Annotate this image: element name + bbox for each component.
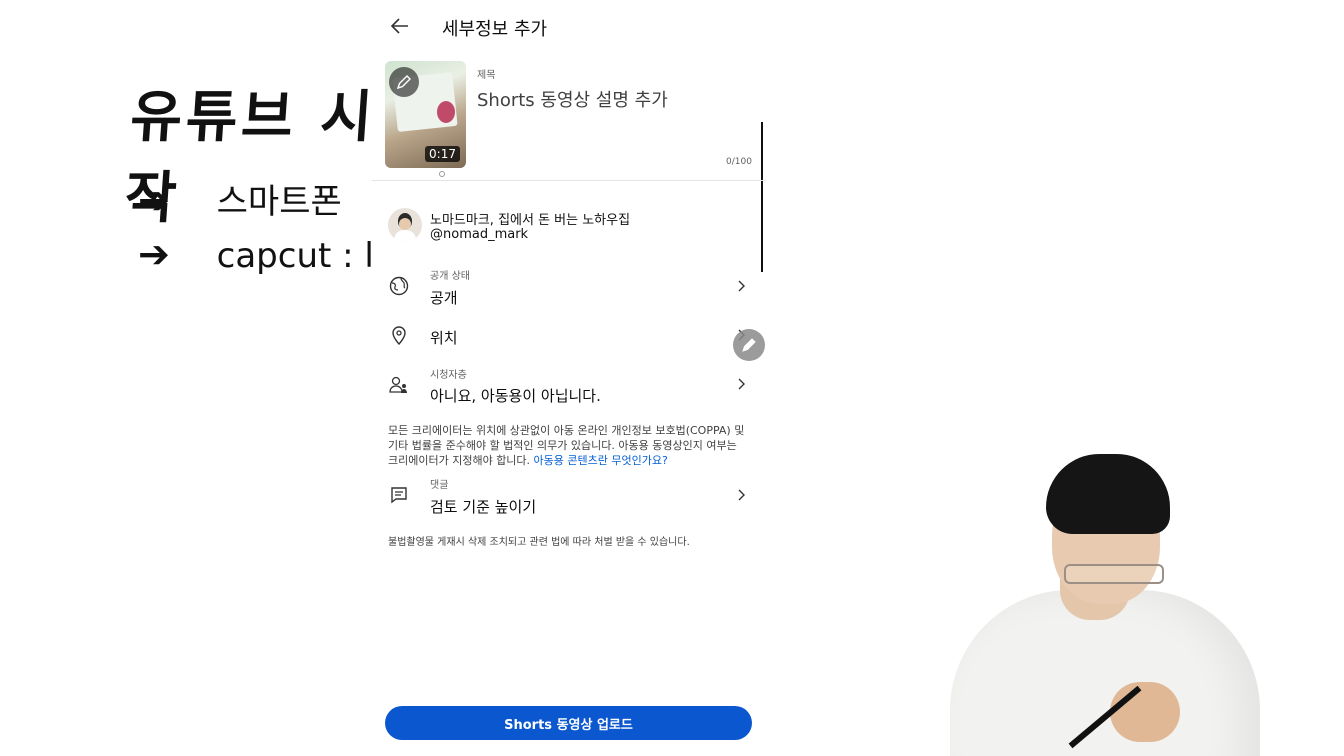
illegal-content-notice: 불법촬영물 게재시 삭제 조치되고 관련 법에 따라 처벌 받을 수 있습니다. xyxy=(388,537,690,548)
video-duration: 0:17 xyxy=(425,146,460,162)
location-pin-icon xyxy=(392,326,406,346)
chevron-right-icon xyxy=(738,378,745,390)
visibility-label: 공개 상태 xyxy=(430,271,470,282)
video-thumbnail[interactable]: 0:17 xyxy=(385,61,466,168)
visibility-row[interactable]: 공개 상태 공개 xyxy=(372,266,766,310)
chevron-right-icon xyxy=(738,489,745,501)
comment-icon xyxy=(391,487,407,504)
kids-content-link[interactable]: 아동용 콘텐츠란 무엇인가요? xyxy=(534,454,668,467)
coppa-notice: 모든 크리에이터는 위치에 상관없이 아동 온라인 개인정보 보호법(COPPA… xyxy=(388,423,748,468)
scrollbar[interactable] xyxy=(761,122,763,272)
arrow-left-icon[interactable] xyxy=(388,14,412,38)
board-line-text: 스마트폰 xyxy=(216,182,342,222)
location-row[interactable]: 위치 xyxy=(372,322,766,352)
comments-label: 댓글 xyxy=(430,480,449,491)
floating-edit-button[interactable] xyxy=(733,329,765,361)
audience-label: 시청자층 xyxy=(430,370,467,381)
board-line-text: capcut : l xyxy=(216,236,374,276)
pencil-icon xyxy=(742,338,756,352)
audience-icon xyxy=(389,376,407,393)
arrow-icon: ➔ xyxy=(138,178,170,222)
upload-shorts-button[interactable]: Shorts 동영상 업로드 xyxy=(385,706,752,740)
presenter-glasses xyxy=(1064,564,1164,584)
board-line-1: ➔ 스마트폰 xyxy=(138,174,342,223)
audience-row[interactable]: 시청자층 아니요, 아동용이 아닙니다. xyxy=(372,365,766,409)
channel-name: 노마드마크, 집에서 돈 버는 노하우집 xyxy=(430,213,631,228)
app-bar: 세부정보 추가 xyxy=(372,0,766,54)
comments-row[interactable]: 댓글 검토 기준 높이기 xyxy=(372,476,766,520)
board-line-2: ➔ capcut : l xyxy=(138,232,374,276)
presenter-video xyxy=(940,440,1270,756)
page-indicator xyxy=(439,171,445,177)
comments-value: 검토 기준 높이기 xyxy=(430,498,537,516)
details-screen: 세부정보 추가 0:17 제목 Shorts 동영상 설명 추가 0/100 노… xyxy=(372,0,766,756)
channel-handle: @nomad_mark xyxy=(430,227,529,242)
title-counter: 0/100 xyxy=(726,157,752,167)
globe-icon xyxy=(389,276,409,296)
presenter-hand xyxy=(1110,682,1180,742)
chevron-right-icon xyxy=(738,280,745,292)
title-label: 제목 xyxy=(477,70,496,81)
pencil-icon xyxy=(396,75,411,90)
visibility-value: 공개 xyxy=(430,289,458,307)
arrow-icon: ➔ xyxy=(138,232,170,276)
avatar xyxy=(388,208,422,242)
edit-thumbnail-button[interactable] xyxy=(389,67,419,97)
page-title: 세부정보 추가 xyxy=(442,19,548,40)
location-value: 위치 xyxy=(430,329,458,347)
audience-value: 아니요, 아동용이 아닙니다. xyxy=(430,387,601,405)
divider xyxy=(372,180,766,181)
presenter-hair xyxy=(1046,454,1170,534)
thumbnail-apple xyxy=(437,101,455,123)
title-input[interactable]: Shorts 동영상 설명 추가 xyxy=(477,86,668,112)
whiteboard: 유튜브 시작 ➔ 스마트폰 ➔ capcut : l xyxy=(0,0,380,756)
